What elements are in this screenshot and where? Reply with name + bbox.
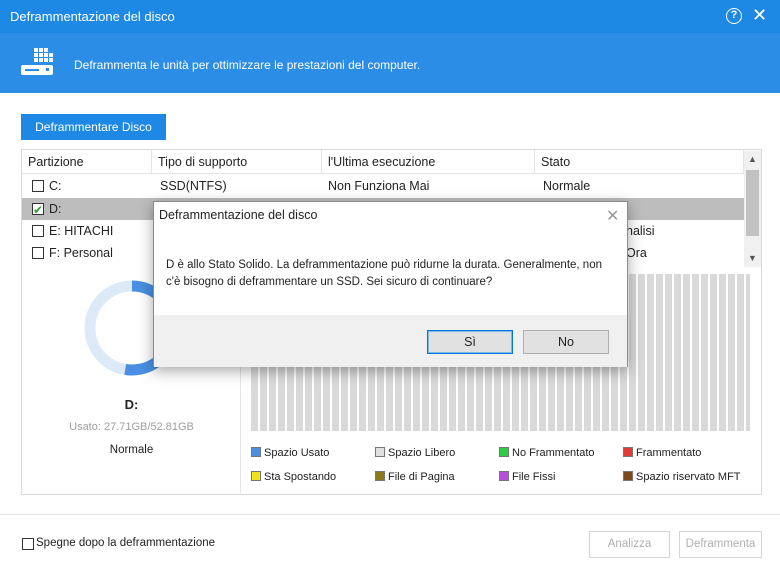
partition-status: Normale xyxy=(543,179,591,193)
footer-divider xyxy=(0,514,780,515)
partition-status: Ora xyxy=(626,246,647,260)
scroll-up-icon[interactable]: ▲ xyxy=(744,151,761,168)
partition-checkbox[interactable] xyxy=(32,180,44,192)
partition-status: nalisi xyxy=(626,224,655,238)
column-header-partition[interactable]: Partizione xyxy=(22,150,152,174)
partition-name: C: xyxy=(49,179,62,193)
legend-used-space: Spazio Usato xyxy=(251,447,329,461)
legend-swatch xyxy=(375,471,385,481)
scroll-down-icon[interactable]: ▼ xyxy=(744,250,761,267)
legend-swatch xyxy=(623,471,633,481)
drive-usage: Usato: 27.71GB/52.81GB xyxy=(69,421,194,433)
partition-name: E: HITACHI xyxy=(49,224,114,238)
partition-checkbox[interactable] xyxy=(32,247,44,259)
legend-moving: Sta Spostando xyxy=(251,471,336,485)
help-icon[interactable]: ? xyxy=(726,8,742,24)
legend-swatch xyxy=(499,471,509,481)
dialog-yes-button[interactable]: Sì xyxy=(427,330,513,354)
header-banner: Deframmenta le unità per ottimizzare le … xyxy=(0,33,780,93)
partition-checkbox[interactable] xyxy=(32,225,44,237)
legend-fragmented: Frammentato xyxy=(623,447,701,461)
legend-label: Spazio Libero xyxy=(388,447,456,459)
ssd-warning-dialog: Deframmentazione del disco ✕ D è allo St… xyxy=(153,201,628,367)
shutdown-after-label[interactable]: Spegne dopo la deframmentazione xyxy=(36,537,215,549)
table-row-c[interactable]: C: SSD(NTFS) Non Funziona Mai Normale xyxy=(22,175,744,197)
window-title: Deframmentazione del disco xyxy=(10,9,175,24)
dialog-title: Deframmentazione del disco xyxy=(159,208,318,222)
legend-swatch xyxy=(499,447,509,457)
table-header: Partizione Tipo di supporto l'Ultima ese… xyxy=(22,150,761,174)
drive-label: D: xyxy=(124,397,139,412)
disk-defrag-icon xyxy=(21,48,53,75)
dialog-no-button[interactable]: No xyxy=(523,330,609,354)
legend-page-file: File di Pagina xyxy=(375,471,455,485)
legend-label: File di Pagina xyxy=(388,471,455,483)
column-header-last-run[interactable]: l'Ultima esecuzione xyxy=(322,150,535,174)
legend-mft-reserved: Spazio riservato MFT xyxy=(623,471,741,485)
last-run: Non Funziona Mai xyxy=(328,179,430,193)
legend-label: Frammentato xyxy=(636,447,702,459)
scroll-thumb[interactable] xyxy=(746,170,759,236)
close-icon[interactable]: ✕ xyxy=(752,5,767,25)
title-bar: Deframmentazione del disco ? ✕ xyxy=(0,0,780,33)
dialog-footer: Sì No xyxy=(154,315,627,367)
banner-description: Deframmenta le unità per ottimizzare le … xyxy=(74,58,421,72)
legend-label: No Frammentato xyxy=(512,447,595,459)
partition-checkbox[interactable] xyxy=(32,199,44,221)
dialog-close-icon[interactable]: ✕ xyxy=(606,206,619,226)
column-header-media-type[interactable]: Tipo di supporto xyxy=(152,150,322,174)
media-type: SSD(NTFS) xyxy=(160,179,227,193)
legend-swatch xyxy=(251,447,261,457)
legend-label: Sta Spostando xyxy=(264,471,337,483)
table-scrollbar[interactable]: ▲ ▼ xyxy=(744,151,761,267)
drive-status: Normale xyxy=(109,444,154,456)
legend-label: Spazio riservato MFT xyxy=(636,471,741,483)
legend-swatch xyxy=(251,471,261,481)
column-header-status[interactable]: Stato xyxy=(535,150,744,174)
shutdown-after-checkbox[interactable] xyxy=(22,538,34,550)
legend-not-fragmented: No Frammentato xyxy=(499,447,595,461)
legend-swatch xyxy=(375,447,385,457)
legend-label: Spazio Usato xyxy=(264,447,330,459)
partition-name: D: xyxy=(49,202,62,216)
defrag-button[interactable]: Deframmenta xyxy=(679,531,762,558)
dialog-message: D è allo Stato Solido. La deframmentazio… xyxy=(166,259,602,288)
legend-label: File Fissi xyxy=(512,471,556,483)
defrag-disk-button[interactable]: Deframmentare Disco xyxy=(21,114,166,140)
legend-swatch xyxy=(623,447,633,457)
partition-name: F: Personal xyxy=(49,246,113,260)
legend-free-space: Spazio Libero xyxy=(375,447,455,461)
analyze-button[interactable]: Analizza xyxy=(589,531,670,558)
legend-fixed-files: File Fissi xyxy=(499,471,555,485)
